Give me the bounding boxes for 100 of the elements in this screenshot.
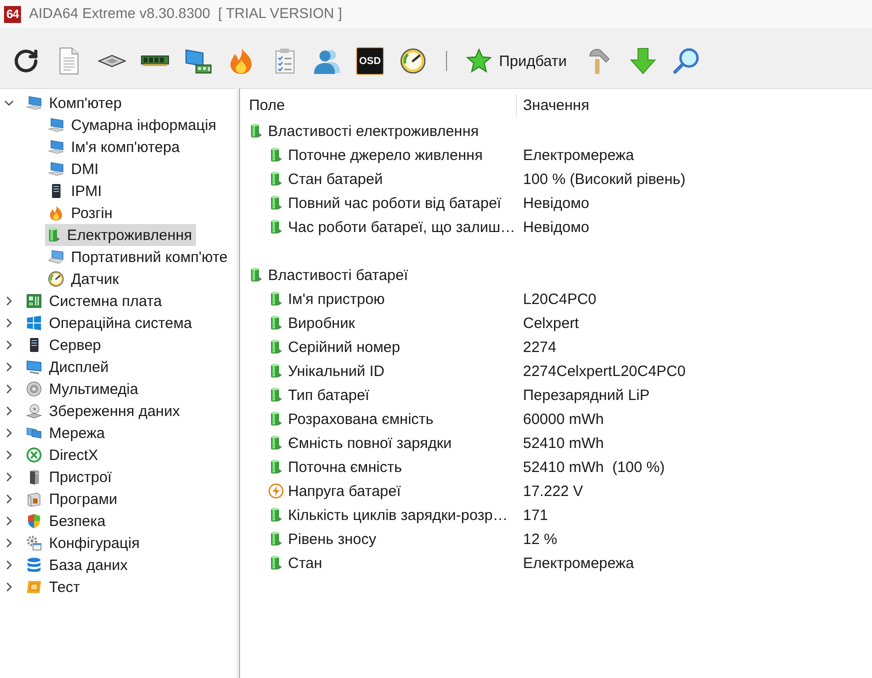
field-value: 52410 mWh [522,434,605,452]
chevron-right-icon[interactable] [4,582,14,592]
document-icon[interactable] [57,47,81,75]
battery-icon [270,315,282,331]
gauge-icon[interactable] [399,47,427,75]
chevron-right-icon[interactable] [4,384,14,394]
monitor-board-icon[interactable] [184,47,212,75]
battery-icon [270,171,282,187]
battery-icon [270,387,282,403]
chevron-right-icon[interactable] [4,362,14,372]
field-value: Електромережа [522,146,635,164]
tree-item[interactable]: Розгін [45,202,116,224]
tree-item[interactable]: Системна плата [23,290,166,312]
app-logo: 64 [4,6,21,22]
computer-icon [48,139,64,155]
field-value: 60000 mWh [522,410,605,428]
field-name: Ім'я пристрою [288,290,385,308]
chevron-right-icon[interactable] [4,494,14,504]
user-icon[interactable] [313,47,341,75]
field-name: Поточна ємність [288,458,402,476]
field-name: Час роботи батареї, що залиш… [288,218,516,236]
tree-item[interactable]: Мережа [23,422,109,444]
field-name: Стан [288,554,322,572]
osd-button[interactable]: OSD [356,47,384,75]
chevron-right-icon[interactable] [4,428,14,438]
chevron-right-icon[interactable] [4,472,14,482]
computer-icon [26,95,42,111]
tree-item[interactable]: Тест [23,576,84,598]
search-icon[interactable] [672,47,700,75]
battery-icon [270,147,282,163]
tree-item[interactable]: DirectX [23,444,102,466]
disk-drive-icon [26,403,42,419]
battery-icon [270,195,282,211]
chevron-right-icon[interactable] [4,516,14,526]
tree-item[interactable]: Дисплей [23,356,113,378]
field-value: 52410 mWh (100 %) [522,458,666,476]
x-circle-icon [26,447,42,463]
database-icon [26,557,42,573]
memory-module-icon[interactable] [141,55,169,67]
battery-icon [270,435,282,451]
chevron-right-icon[interactable] [4,560,14,570]
lightning-icon [268,483,284,499]
field-name: Напруга батареї [288,482,401,500]
battery-icon [250,267,262,283]
refresh-icon[interactable] [13,48,39,74]
tree-item[interactable]: IPMI [45,180,106,202]
field-name: Кількість циклів зарядки-розр… [288,506,508,524]
tree-item[interactable]: Безпека [23,510,110,532]
battery-icon [270,531,282,547]
battery-icon [270,363,282,379]
field-name: Тип батареї [288,386,370,404]
tree-item[interactable]: Ім'я комп'ютера [45,136,184,158]
chevron-right-icon[interactable] [4,538,14,548]
field-value: 12 % [522,530,558,548]
chip-icon[interactable] [98,54,126,68]
tree-item[interactable]: Сумарна інформація [45,114,220,136]
tree-item[interactable]: DMI [45,158,102,180]
field-name: Поточне джерело живлення [288,146,483,164]
tree-item[interactable]: Програми [23,488,122,510]
field-value: Невідомо [522,194,590,212]
speaker-icon [26,381,42,397]
field-value: 171 [522,506,550,524]
buy-button[interactable]: Придбати [466,47,571,75]
column-header[interactable]: Поле [240,94,516,117]
monitor-icon [26,359,42,375]
chevron-right-icon[interactable] [4,450,14,460]
group-title: Властивості батареї [268,266,408,284]
laptop-icon [48,249,64,265]
chevron-right-icon[interactable] [4,296,14,306]
field-name: Рівень зносу [288,530,376,548]
tree-item[interactable]: Операційна система [23,312,196,334]
chevron-right-icon[interactable] [4,340,14,350]
column-header[interactable]: Значення [516,94,872,117]
field-name: Стан батарей [288,170,383,188]
field-value: 2274 [522,338,558,356]
field-name: Серійний номер [288,338,400,356]
tree-item[interactable]: Електроживлення [45,224,196,246]
field-value: 100 % (Високий рівень) [522,170,686,188]
tree-item[interactable]: Сервер [23,334,106,356]
chevron-right-icon[interactable] [4,406,14,416]
tree-item[interactable]: База даних [23,554,132,576]
tree-item[interactable]: Мультимедіа [23,378,142,400]
tree-item[interactable]: Пристрої [23,466,116,488]
field-value: Електромережа [522,554,635,572]
shield-icon [26,513,42,529]
tree-item[interactable]: Комп'ютер [23,92,126,114]
down-arrow-icon[interactable] [628,47,657,75]
field-name: Розрахована ємність [288,410,434,428]
field-value: Celxpert [522,314,580,332]
tree-item[interactable]: Конфігурація [23,532,144,554]
package-icon [26,491,42,507]
tree-item[interactable]: Збереження даних [23,400,184,422]
tree-item[interactable]: Портативний комп'юте [45,246,232,268]
tree-item[interactable]: Датчик [45,268,123,290]
chevron-right-icon[interactable] [4,318,14,328]
field-value: Перезарядний LiP [522,386,651,404]
field-name: Ємність повної зарядки [288,434,452,452]
group-title: Властивості електроживлення [268,122,479,140]
chevron-down-icon[interactable] [4,98,14,108]
computer-icon [48,161,64,177]
